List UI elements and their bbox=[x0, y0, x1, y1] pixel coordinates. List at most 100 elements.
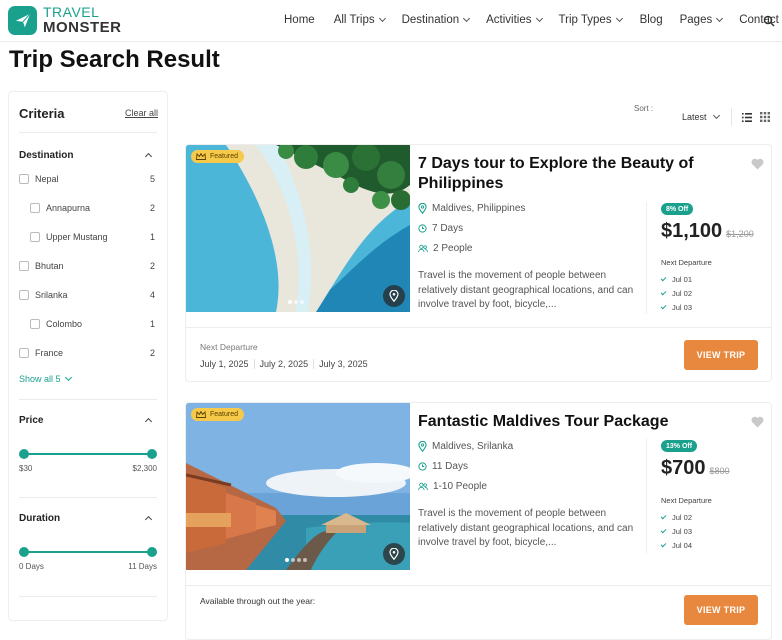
trip-image-resort[interactable]: Featured bbox=[186, 403, 410, 570]
nav-trip-types[interactable]: Trip Types bbox=[559, 14, 623, 26]
chevron-down-icon bbox=[712, 111, 720, 119]
trip-description: Travel is the movement of people between… bbox=[418, 270, 634, 310]
check-icon bbox=[660, 303, 667, 310]
filter-option-nepal[interactable]: Nepal 5 bbox=[19, 172, 155, 186]
filter-option-france[interactable]: France 2 bbox=[19, 346, 155, 360]
chevron-up-icon[interactable] bbox=[144, 515, 153, 524]
criteria-heading: Criteria bbox=[19, 106, 65, 121]
trip-duration: 11 Days bbox=[418, 461, 468, 472]
duration-filter-title[interactable]: Duration bbox=[19, 513, 60, 524]
trip-title[interactable]: Fantastic Maldives Tour Package bbox=[418, 412, 708, 432]
heart-icon[interactable] bbox=[751, 158, 764, 170]
trip-location: Maldives, Srilanka bbox=[418, 441, 513, 452]
footer-departure-label: Next Departure bbox=[200, 342, 258, 352]
slider-max-handle[interactable] bbox=[147, 449, 157, 459]
sort-label: Sort : bbox=[634, 104, 654, 113]
price-range-slider[interactable] bbox=[19, 449, 157, 459]
crown-icon bbox=[196, 153, 206, 160]
checkbox[interactable] bbox=[19, 348, 29, 358]
card-footer: Next Departure July 1, 2025 July 2, 2025… bbox=[186, 327, 771, 381]
list-view-icon[interactable] bbox=[742, 113, 752, 122]
duration-range-slider[interactable] bbox=[19, 547, 157, 557]
divider bbox=[19, 132, 157, 133]
destination-filter-title[interactable]: Destination bbox=[19, 150, 73, 161]
chevron-down-icon bbox=[64, 373, 72, 381]
checkbox[interactable] bbox=[30, 319, 40, 329]
search-icon[interactable] bbox=[763, 15, 775, 27]
original-price: $1,200 bbox=[726, 229, 754, 239]
trip-image-beach[interactable]: Featured bbox=[186, 145, 410, 312]
current-price: $700 bbox=[661, 457, 706, 479]
people-icon bbox=[418, 482, 428, 491]
checkbox[interactable] bbox=[19, 290, 29, 300]
departure-date: Jul 01 bbox=[660, 275, 692, 284]
slider-min-handle[interactable] bbox=[19, 449, 29, 459]
discount-badge: 13% Off bbox=[661, 440, 698, 452]
chevron-down-icon bbox=[378, 14, 386, 22]
featured-badge: Featured bbox=[191, 150, 245, 163]
check-icon bbox=[660, 289, 667, 296]
nav-blog[interactable]: Blog bbox=[640, 14, 663, 26]
page-title: Trip Search Result bbox=[9, 46, 220, 73]
show-all-link[interactable]: Show all 5 bbox=[19, 373, 72, 384]
map-pin-button[interactable] bbox=[383, 543, 405, 565]
logo[interactable]: TRAVEL MONSTER bbox=[8, 5, 122, 35]
checkbox[interactable] bbox=[19, 174, 29, 184]
nav-destination[interactable]: Destination bbox=[402, 14, 471, 26]
nav-home[interactable]: Home bbox=[284, 14, 315, 26]
clock-icon bbox=[418, 462, 427, 471]
footer-departure-dates: July 1, 2025 July 2, 2025 July 3, 2025 bbox=[200, 359, 378, 369]
filter-option-colombo[interactable]: Colombo 1 bbox=[30, 317, 155, 331]
map-pin-icon bbox=[389, 290, 399, 302]
departure-date: July 1, 2025 bbox=[200, 359, 255, 369]
check-icon bbox=[660, 275, 667, 282]
next-departure-label: Next Departure bbox=[661, 258, 712, 267]
departure-date: July 3, 2025 bbox=[319, 359, 368, 369]
filter-sidebar: Criteria Clear all Destination Nepal 5 An… bbox=[8, 91, 168, 621]
grid-view-icon[interactable] bbox=[760, 112, 770, 122]
chevron-up-icon[interactable] bbox=[144, 152, 153, 161]
filter-option-upper-mustang[interactable]: Upper Mustang 1 bbox=[30, 230, 155, 244]
sort-select[interactable]: Latest bbox=[682, 111, 720, 122]
map-pin-button[interactable] bbox=[383, 285, 405, 307]
trip-duration: 7 Days bbox=[418, 223, 463, 234]
trip-group-size: 1-10 People bbox=[418, 481, 487, 492]
chevron-down-icon bbox=[615, 14, 623, 22]
chevron-up-icon[interactable] bbox=[144, 417, 153, 426]
nav-activities[interactable]: Activities bbox=[486, 14, 543, 26]
trip-group-size: 2 People bbox=[418, 243, 472, 254]
chevron-down-icon bbox=[716, 14, 724, 22]
departure-date: July 2, 2025 bbox=[260, 359, 315, 369]
nav-all-trips[interactable]: All Trips bbox=[334, 14, 386, 26]
checkbox[interactable] bbox=[30, 203, 40, 213]
price-filter-title[interactable]: Price bbox=[19, 415, 43, 426]
original-price: $800 bbox=[709, 466, 730, 476]
view-trip-button[interactable]: VIEW TRIP bbox=[684, 595, 758, 625]
view-trip-button[interactable]: VIEW TRIP bbox=[684, 340, 758, 370]
checkbox[interactable] bbox=[30, 232, 40, 242]
divider bbox=[646, 439, 647, 553]
featured-badge: Featured bbox=[191, 408, 245, 421]
location-pin-icon bbox=[418, 203, 427, 214]
trip-price: $1,100 $1,200 bbox=[661, 220, 754, 243]
filter-option-annapurna[interactable]: Annapurna 2 bbox=[30, 201, 155, 215]
trip-title[interactable]: 7 Days tour to Explore the Beauty of Phi… bbox=[418, 154, 708, 194]
clear-all-link[interactable]: Clear all bbox=[125, 108, 158, 118]
location-pin-icon bbox=[418, 441, 427, 452]
filter-option-bhutan[interactable]: Bhutan 2 bbox=[19, 259, 155, 273]
nav-pages[interactable]: Pages bbox=[680, 14, 724, 26]
heart-icon[interactable] bbox=[751, 416, 764, 428]
current-price: $1,100 bbox=[661, 220, 723, 242]
checkbox[interactable] bbox=[19, 261, 29, 271]
logo-text-travel: TRAVEL bbox=[43, 4, 100, 20]
carousel-dots[interactable] bbox=[285, 558, 309, 562]
check-icon bbox=[660, 527, 667, 534]
crown-icon bbox=[196, 411, 206, 418]
carousel-dots[interactable] bbox=[288, 300, 306, 304]
slider-min-handle[interactable] bbox=[19, 547, 29, 557]
departure-date: Jul 03 bbox=[660, 527, 692, 536]
slider-max-handle[interactable] bbox=[147, 547, 157, 557]
clock-icon bbox=[418, 224, 427, 233]
trip-card: Featured 7 Days tour to Explore the Beau… bbox=[185, 144, 772, 382]
filter-option-srilanka[interactable]: Srilanka 4 bbox=[19, 288, 155, 302]
